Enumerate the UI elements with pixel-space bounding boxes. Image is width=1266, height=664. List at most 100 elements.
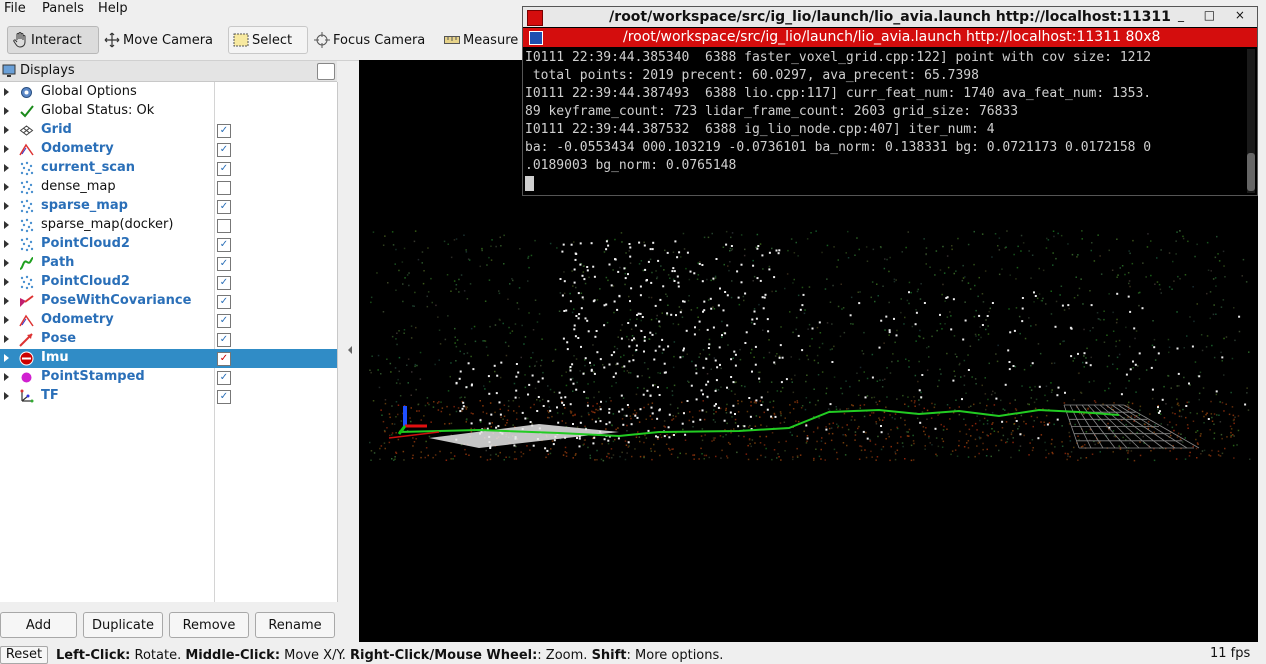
scene-mark xyxy=(529,406,532,409)
scene-mark xyxy=(763,296,766,299)
scene-mark xyxy=(725,412,728,414)
display-row[interactable]: PoseWithCovariance ✓ xyxy=(0,292,337,311)
select-tool-button[interactable]: Select xyxy=(228,26,308,54)
terminal-scroll-thumb[interactable] xyxy=(1247,153,1255,191)
rename-button[interactable]: Rename xyxy=(255,612,335,638)
terminal-window[interactable]: /root/workspace/src/ig_lio/launch/lio_av… xyxy=(522,6,1258,196)
terminal-tab[interactable]: /root/workspace/src/ig_lio/launch/lio_av… xyxy=(523,28,1257,47)
display-row[interactable]: PointCloud2 ✓ xyxy=(0,273,337,292)
scene-mark xyxy=(635,393,638,396)
display-enabled-checkbox[interactable]: ✓ xyxy=(217,143,231,157)
display-row[interactable]: Path ✓ xyxy=(0,254,337,273)
terminal-titlebar[interactable]: /root/workspace/src/ig_lio/launch/lio_av… xyxy=(523,7,1257,27)
expand-arrow-icon[interactable] xyxy=(4,240,9,248)
display-enabled-checkbox[interactable] xyxy=(217,219,231,233)
scene-mark xyxy=(488,422,491,425)
scene-mark xyxy=(860,445,863,448)
menu-help[interactable]: Help xyxy=(98,1,128,16)
display-row[interactable]: current_scan ✓ xyxy=(0,159,337,178)
scene-mark xyxy=(631,335,634,337)
scene-mark xyxy=(893,278,896,280)
scene-mark xyxy=(596,299,599,301)
expand-arrow-icon[interactable] xyxy=(4,278,9,286)
display-enabled-checkbox[interactable]: ✓ xyxy=(217,200,231,214)
display-row[interactable]: Global Status: Ok xyxy=(0,102,337,121)
terminal-output[interactable]: I0111 22:39:44.385340 6388 faster_voxel_… xyxy=(525,49,1243,195)
scene-mark xyxy=(420,456,422,459)
display-enabled-checkbox[interactable]: ✓ xyxy=(217,276,231,290)
display-enabled-checkbox[interactable]: ✓ xyxy=(217,390,231,404)
display-row[interactable]: Grid ✓ xyxy=(0,121,337,140)
scene-mark xyxy=(645,437,648,439)
scene-mark xyxy=(1128,380,1130,382)
scene-mark xyxy=(584,359,586,361)
expand-arrow-icon[interactable] xyxy=(4,164,9,172)
terminal-scrollbar[interactable] xyxy=(1247,49,1255,193)
expand-arrow-icon[interactable] xyxy=(4,221,9,229)
display-enabled-checkbox[interactable]: ✓ xyxy=(217,371,231,385)
expand-arrow-icon[interactable] xyxy=(4,392,9,400)
expand-arrow-icon[interactable] xyxy=(4,259,9,267)
expand-arrow-icon[interactable] xyxy=(4,145,9,153)
expand-arrow-icon[interactable] xyxy=(4,373,9,381)
move-camera-tool-button[interactable]: Move Camera xyxy=(100,26,220,54)
display-enabled-checkbox[interactable]: ✓ xyxy=(217,295,231,309)
display-row[interactable]: dense_map xyxy=(0,178,337,197)
expand-arrow-icon[interactable] xyxy=(4,297,9,305)
display-row[interactable]: sparse_map ✓ xyxy=(0,197,337,216)
scene-mark xyxy=(1118,339,1121,342)
expand-arrow-icon[interactable] xyxy=(4,107,9,115)
expand-arrow-icon[interactable] xyxy=(4,354,9,362)
display-enabled-checkbox[interactable]: ✓ xyxy=(217,124,231,138)
scene-mark xyxy=(1112,451,1114,453)
display-row[interactable]: Global Options xyxy=(0,83,337,102)
scene-mark xyxy=(797,334,800,337)
window-control-buttons[interactable]: _ □ × xyxy=(1178,8,1253,22)
scene-mark xyxy=(752,264,755,267)
display-row[interactable]: sparse_map(docker) xyxy=(0,216,337,235)
display-enabled-checkbox[interactable]: ✓ xyxy=(217,333,231,347)
display-enabled-checkbox[interactable] xyxy=(217,181,231,195)
expand-arrow-icon[interactable] xyxy=(4,183,9,191)
remove-button[interactable]: Remove xyxy=(169,612,249,638)
scene-mark xyxy=(743,435,745,438)
display-row[interactable]: PointStamped ✓ xyxy=(0,368,337,387)
add-button[interactable]: Add xyxy=(0,612,77,638)
expand-arrow-icon[interactable] xyxy=(4,126,9,134)
menu-panels[interactable]: Panels xyxy=(42,1,84,16)
menu-file[interactable]: File xyxy=(4,1,26,16)
scene-mark xyxy=(939,323,942,325)
display-row[interactable]: Odometry ✓ xyxy=(0,311,337,330)
scene-mark xyxy=(842,307,845,309)
measure-tool-button[interactable]: Measure xyxy=(440,26,522,54)
display-enabled-checkbox[interactable]: ✓ xyxy=(217,238,231,252)
scene-mark xyxy=(1028,403,1030,406)
splitter-handle[interactable] xyxy=(348,346,352,354)
display-row[interactable]: TF ✓ xyxy=(0,387,337,406)
focus-camera-tool-button[interactable]: Focus Camera xyxy=(310,26,430,54)
scene-mark xyxy=(621,418,624,420)
interact-tool-button[interactable]: Interact xyxy=(7,26,99,54)
scene-mark xyxy=(566,341,569,344)
scene-mark xyxy=(1082,361,1084,364)
display-row[interactable]: Imu ✓ xyxy=(0,349,337,368)
reset-button[interactable]: Reset xyxy=(0,646,48,664)
scene-mark xyxy=(600,400,602,403)
display-enabled-checkbox[interactable]: ✓ xyxy=(217,352,231,366)
expand-arrow-icon[interactable] xyxy=(4,202,9,210)
expand-arrow-icon[interactable] xyxy=(4,316,9,324)
duplicate-button[interactable]: Duplicate xyxy=(83,612,163,638)
display-row[interactable]: Odometry ✓ xyxy=(0,140,337,159)
display-row[interactable]: Pose ✓ xyxy=(0,330,337,349)
display-enabled-checkbox[interactable]: ✓ xyxy=(217,162,231,176)
display-row[interactable]: PointCloud2 ✓ xyxy=(0,235,337,254)
expand-arrow-icon[interactable] xyxy=(4,88,9,96)
panel-float-button[interactable] xyxy=(317,63,335,80)
scene-mark xyxy=(949,311,951,313)
expand-arrow-icon[interactable] xyxy=(4,335,9,343)
display-enabled-checkbox[interactable]: ✓ xyxy=(217,257,231,271)
scene-mark xyxy=(1129,442,1131,444)
scene-mark xyxy=(579,370,581,372)
scene-mark xyxy=(891,416,894,419)
display-enabled-checkbox[interactable]: ✓ xyxy=(217,314,231,328)
